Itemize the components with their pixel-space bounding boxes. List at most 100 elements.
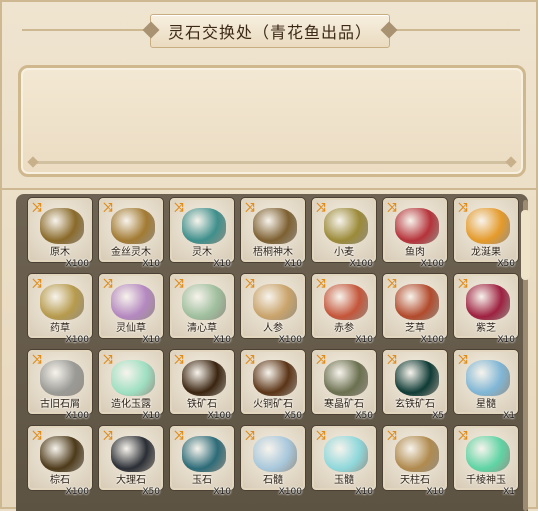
title-banner: 灵石交换处（青花鱼出品） [142, 14, 398, 48]
berries-icon [466, 208, 510, 244]
item-slot[interactable]: ⤨ 原木 X100 [28, 198, 92, 269]
diamond-ornament-icon [142, 21, 160, 39]
item-slot[interactable]: ⤨ 金丝灵木 X10 [99, 198, 163, 269]
item-slot[interactable]: ⤨ 灵仙草 X10 [99, 274, 163, 345]
ore-teal-icon [395, 360, 439, 396]
mushroom-red-icon [395, 284, 439, 320]
item-name: 赤参 [334, 323, 354, 334]
item-slot[interactable]: ⤨ 棕石 X100 [28, 426, 92, 497]
item-name: 玉石 [192, 475, 212, 486]
herb-bundle-icon [40, 284, 84, 320]
page-title: 灵石交换处（青花鱼出品） [167, 23, 372, 42]
item-slot[interactable]: ⤨ 火铜矿石 X50 [241, 350, 305, 421]
item-name: 梧桐神木 [253, 247, 293, 258]
item-quantity: X10 [142, 335, 160, 345]
item-slot[interactable]: ⤨ 古旧石屑 X100 [28, 350, 92, 421]
swap-icon: ⤨ [174, 276, 184, 290]
item-slot[interactable]: ⤨ 小麦 X100 [312, 198, 376, 269]
item-slot[interactable]: ⤨ 清心草 X10 [170, 274, 234, 345]
item-quantity: X10 [284, 259, 302, 269]
item-slot[interactable]: ⤨ 梧桐神木 X10 [241, 198, 305, 269]
item-quantity: X10 [142, 411, 160, 421]
item-slot[interactable]: ⤨ 玉髓 X10 [312, 426, 376, 497]
item-quantity: X100 [65, 411, 89, 421]
item-slot[interactable]: ⤨ 龙涎果 X50 [454, 198, 518, 269]
description-panel [18, 65, 526, 177]
item-slot[interactable]: ⤨ 鱼肉 X100 [383, 198, 447, 269]
logs-gold-icon [111, 208, 155, 244]
jade-ore-icon [111, 360, 155, 396]
item-quantity: X100 [65, 487, 89, 497]
swap-icon: ⤨ [174, 428, 184, 442]
divider [2, 188, 536, 190]
item-name: 寒晶矿石 [324, 399, 364, 410]
item-name: 灵仙草 [116, 323, 146, 334]
item-name: 人参 [263, 323, 283, 334]
item-name: 古旧石屑 [40, 399, 80, 410]
brick-dark-icon [111, 436, 155, 472]
item-slot[interactable]: ⤨ 铁矿石 X100 [170, 350, 234, 421]
item-quantity: X10 [355, 335, 373, 345]
logs-brown-icon [40, 208, 84, 244]
crystal-stone-icon [466, 360, 510, 396]
wheat-sack-icon [324, 208, 368, 244]
item-quantity: X10 [213, 487, 231, 497]
item-quantity: X50 [142, 487, 160, 497]
description-scroll-track[interactable] [33, 161, 511, 164]
item-name: 火铜矿石 [253, 399, 293, 410]
swap-icon: ⤨ [458, 200, 468, 214]
item-quantity: X100 [278, 487, 302, 497]
flower-white-icon [182, 284, 226, 320]
ore-copper-icon [253, 360, 297, 396]
item-slot[interactable]: ⤨ 大理石 X50 [99, 426, 163, 497]
item-quantity: X10 [142, 259, 160, 269]
scrollbar-thumb[interactable] [521, 210, 530, 280]
item-slot[interactable]: ⤨ 药草 X100 [28, 274, 92, 345]
item-slot[interactable]: ⤨ 寒晶矿石 X50 [312, 350, 376, 421]
item-slot[interactable]: ⤨ 赤参 X10 [312, 274, 376, 345]
swap-icon: ⤨ [103, 276, 113, 290]
item-name: 造化玉露 [111, 399, 151, 410]
item-slot[interactable]: ⤨ 天柱石 X10 [383, 426, 447, 497]
item-grid-scrollbar[interactable] [521, 200, 530, 511]
item-slot[interactable]: ⤨ 人参 X100 [241, 274, 305, 345]
stone-blocks-icon [40, 360, 84, 396]
item-slot[interactable]: ⤨ 芝草 X100 [383, 274, 447, 345]
item-name: 药草 [50, 323, 70, 334]
swap-icon: ⤨ [245, 352, 255, 366]
item-slot[interactable]: ⤨ 造化玉露 X10 [99, 350, 163, 421]
swap-icon: ⤨ [316, 352, 326, 366]
item-quantity: X50 [497, 259, 515, 269]
swap-icon: ⤨ [387, 200, 397, 214]
item-quantity: X10 [355, 487, 373, 497]
swap-icon: ⤨ [387, 352, 397, 366]
ginseng-icon [253, 284, 297, 320]
item-name: 紫芝 [476, 323, 496, 334]
rock-gold-icon [395, 436, 439, 472]
item-quantity: X10 [426, 487, 444, 497]
item-slot[interactable]: ⤨ 千棱神玉 X1 [454, 426, 518, 497]
crystal-cyan-icon [324, 436, 368, 472]
item-name: 鱼肉 [405, 247, 425, 258]
logs-brown-icon [253, 208, 297, 244]
item-name: 灵木 [192, 247, 212, 258]
item-slot[interactable]: ⤨ 玄铁矿石 X5 [383, 350, 447, 421]
meat-icon [395, 208, 439, 244]
crystal-blue-icon [253, 436, 297, 472]
item-quantity: X50 [355, 411, 373, 421]
item-slot[interactable]: ⤨ 玉石 X10 [170, 426, 234, 497]
brick-brown-icon [40, 436, 84, 472]
ore-green-icon [324, 360, 368, 396]
swap-icon: ⤨ [245, 200, 255, 214]
item-slot[interactable]: ⤨ 星髓 X1 [454, 350, 518, 421]
swap-icon: ⤨ [103, 200, 113, 214]
item-slot[interactable]: ⤨ 紫芝 X10 [454, 274, 518, 345]
swap-icon: ⤨ [316, 200, 326, 214]
item-slot[interactable]: ⤨ 灵木 X10 [170, 198, 234, 269]
mushroom-purple-icon [466, 284, 510, 320]
logs-teal-icon [182, 208, 226, 244]
item-quantity: X50 [284, 411, 302, 421]
item-name: 金丝灵木 [111, 247, 151, 258]
item-slot[interactable]: ⤨ 石髓 X100 [241, 426, 305, 497]
item-quantity: X5 [432, 411, 444, 421]
